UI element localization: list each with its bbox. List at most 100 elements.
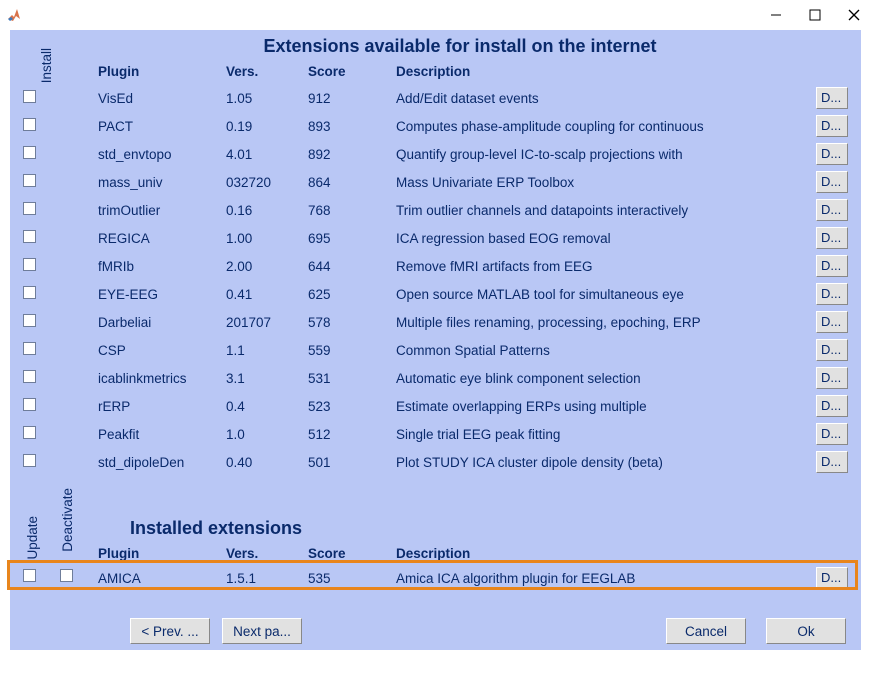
plugin-desc: Remove fMRI artifacts from EEG — [396, 259, 816, 274]
plugin-desc: Multiple files renaming, processing, epo… — [396, 315, 816, 330]
available-row: std_envtopo4.01892Quantify group-level I… — [98, 140, 858, 168]
plugin-name: PACT — [98, 119, 226, 134]
plugin-desc: Estimate overlapping ERPs using multiple — [396, 399, 816, 414]
plugin-vers: 201707 — [226, 315, 308, 330]
available-row: mass_univ032720864Mass Univariate ERP To… — [98, 168, 858, 196]
install-checkbox[interactable] — [23, 90, 36, 103]
install-checkbox[interactable] — [23, 314, 36, 327]
plugin-name: fMRIb — [98, 259, 226, 274]
plugin-name: Darbeliai — [98, 315, 226, 330]
plugin-desc: Computes phase-amplitude coupling for co… — [396, 119, 816, 134]
details-button[interactable]: D... — [816, 311, 848, 333]
install-checkbox[interactable] — [23, 342, 36, 355]
plugin-vers: 1.1 — [226, 343, 308, 358]
minimize-button[interactable] — [769, 8, 783, 22]
plugin-name: std_dipoleDen — [98, 455, 226, 470]
details-button[interactable]: D... — [816, 423, 848, 445]
plugin-score: 644 — [308, 259, 396, 274]
install-checkbox[interactable] — [23, 426, 36, 439]
plugin-desc: Quantify group-level IC-to-scalp project… — [396, 147, 816, 162]
plugin-vers: 2.00 — [226, 259, 308, 274]
next-button[interactable]: Next pa... — [222, 618, 302, 644]
install-checkbox[interactable] — [23, 146, 36, 159]
plugin-desc: Open source MATLAB tool for simultaneous… — [396, 287, 816, 302]
details-button[interactable]: D... — [816, 171, 848, 193]
available-title: Extensions available for install on the … — [110, 36, 810, 57]
install-checkbox[interactable] — [23, 230, 36, 243]
install-checkbox[interactable] — [23, 118, 36, 131]
install-checkbox[interactable] — [23, 454, 36, 467]
install-checkbox[interactable] — [23, 370, 36, 383]
install-checkbox[interactable] — [23, 174, 36, 187]
plugin-score: 912 — [308, 91, 396, 106]
details-button[interactable]: D... — [816, 199, 848, 221]
details-button[interactable]: D... — [816, 227, 848, 249]
install-label: Install — [39, 48, 54, 83]
plugin-vers: 1.00 — [226, 231, 308, 246]
plugin-score: 625 — [308, 287, 396, 302]
prev-button[interactable]: < Prev. ... — [130, 618, 210, 644]
plugin-vers: 0.41 — [226, 287, 308, 302]
details-button[interactable]: D... — [816, 143, 848, 165]
plugin-desc: Trim outlier channels and datapoints int… — [396, 203, 816, 218]
available-row: REGICA1.00695ICA regression based EOG re… — [98, 224, 858, 252]
plugin-score: 578 — [308, 315, 396, 330]
plugin-desc: ICA regression based EOG removal — [396, 231, 816, 246]
titlebar — [0, 0, 871, 30]
col2-plugin: Plugin — [98, 546, 226, 561]
plugin-name: trimOutlier — [98, 203, 226, 218]
close-button[interactable] — [847, 8, 861, 22]
cancel-button[interactable]: Cancel — [666, 618, 746, 644]
available-row: CSP1.1559Common Spatial PatternsD... — [98, 336, 858, 364]
plugin-desc: Common Spatial Patterns — [396, 343, 816, 358]
plugin-score: 892 — [308, 147, 396, 162]
install-checkbox[interactable] — [23, 202, 36, 215]
plugin-name: VisEd — [98, 91, 226, 106]
details-button[interactable]: D... — [816, 255, 848, 277]
matlab-icon — [6, 7, 22, 23]
ok-button[interactable]: Ok — [766, 618, 846, 644]
maximize-button[interactable] — [808, 8, 822, 22]
plugin-desc: Single trial EEG peak fitting — [396, 427, 816, 442]
available-row: rERP0.4523Estimate overlapping ERPs usin… — [98, 392, 858, 420]
plugin-desc: Add/Edit dataset events — [396, 91, 816, 106]
available-row: fMRIb2.00644Remove fMRI artifacts from E… — [98, 252, 858, 280]
install-checkbox[interactable] — [23, 258, 36, 271]
plugin-vers: 4.01 — [226, 147, 308, 162]
details-button[interactable]: D... — [816, 115, 848, 137]
plugin-vers: 0.16 — [226, 203, 308, 218]
plugin-vers: 0.4 — [226, 399, 308, 414]
col-plugin: Plugin — [98, 64, 226, 79]
available-row: Peakfit1.0512Single trial EEG peak fitti… — [98, 420, 858, 448]
plugin-vers: 0.19 — [226, 119, 308, 134]
update-label: Update — [25, 516, 40, 560]
col-desc: Description — [396, 64, 816, 79]
col2-desc: Description — [396, 546, 816, 561]
plugin-desc: Mass Univariate ERP Toolbox — [396, 175, 816, 190]
col2-score: Score — [308, 546, 396, 561]
highlight-installed-row — [7, 560, 858, 590]
plugin-score: 512 — [308, 427, 396, 442]
plugin-name: std_envtopo — [98, 147, 226, 162]
plugin-score: 893 — [308, 119, 396, 134]
install-checkbox[interactable] — [23, 398, 36, 411]
available-row: EYE-EEG0.41625Open source MATLAB tool fo… — [98, 280, 858, 308]
install-checkbox[interactable] — [23, 286, 36, 299]
plugin-vers: 3.1 — [226, 371, 308, 386]
details-button[interactable]: D... — [816, 283, 848, 305]
plugin-vers: 032720 — [226, 175, 308, 190]
plugin-score: 559 — [308, 343, 396, 358]
col2-vers: Vers. — [226, 546, 308, 561]
plugin-desc: Automatic eye blink component selection — [396, 371, 816, 386]
details-button[interactable]: D... — [816, 395, 848, 417]
available-row: Darbeliai201707578Multiple files renamin… — [98, 308, 858, 336]
details-button[interactable]: D... — [816, 87, 848, 109]
plugin-name: rERP — [98, 399, 226, 414]
plugin-name: Peakfit — [98, 427, 226, 442]
details-button[interactable]: D... — [816, 339, 848, 361]
deactivate-label: Deactivate — [60, 488, 75, 552]
available-row: trimOutlier0.16768Trim outlier channels … — [98, 196, 858, 224]
details-button[interactable]: D... — [816, 367, 848, 389]
details-button[interactable]: D... — [816, 451, 848, 473]
plugin-vers: 1.05 — [226, 91, 308, 106]
